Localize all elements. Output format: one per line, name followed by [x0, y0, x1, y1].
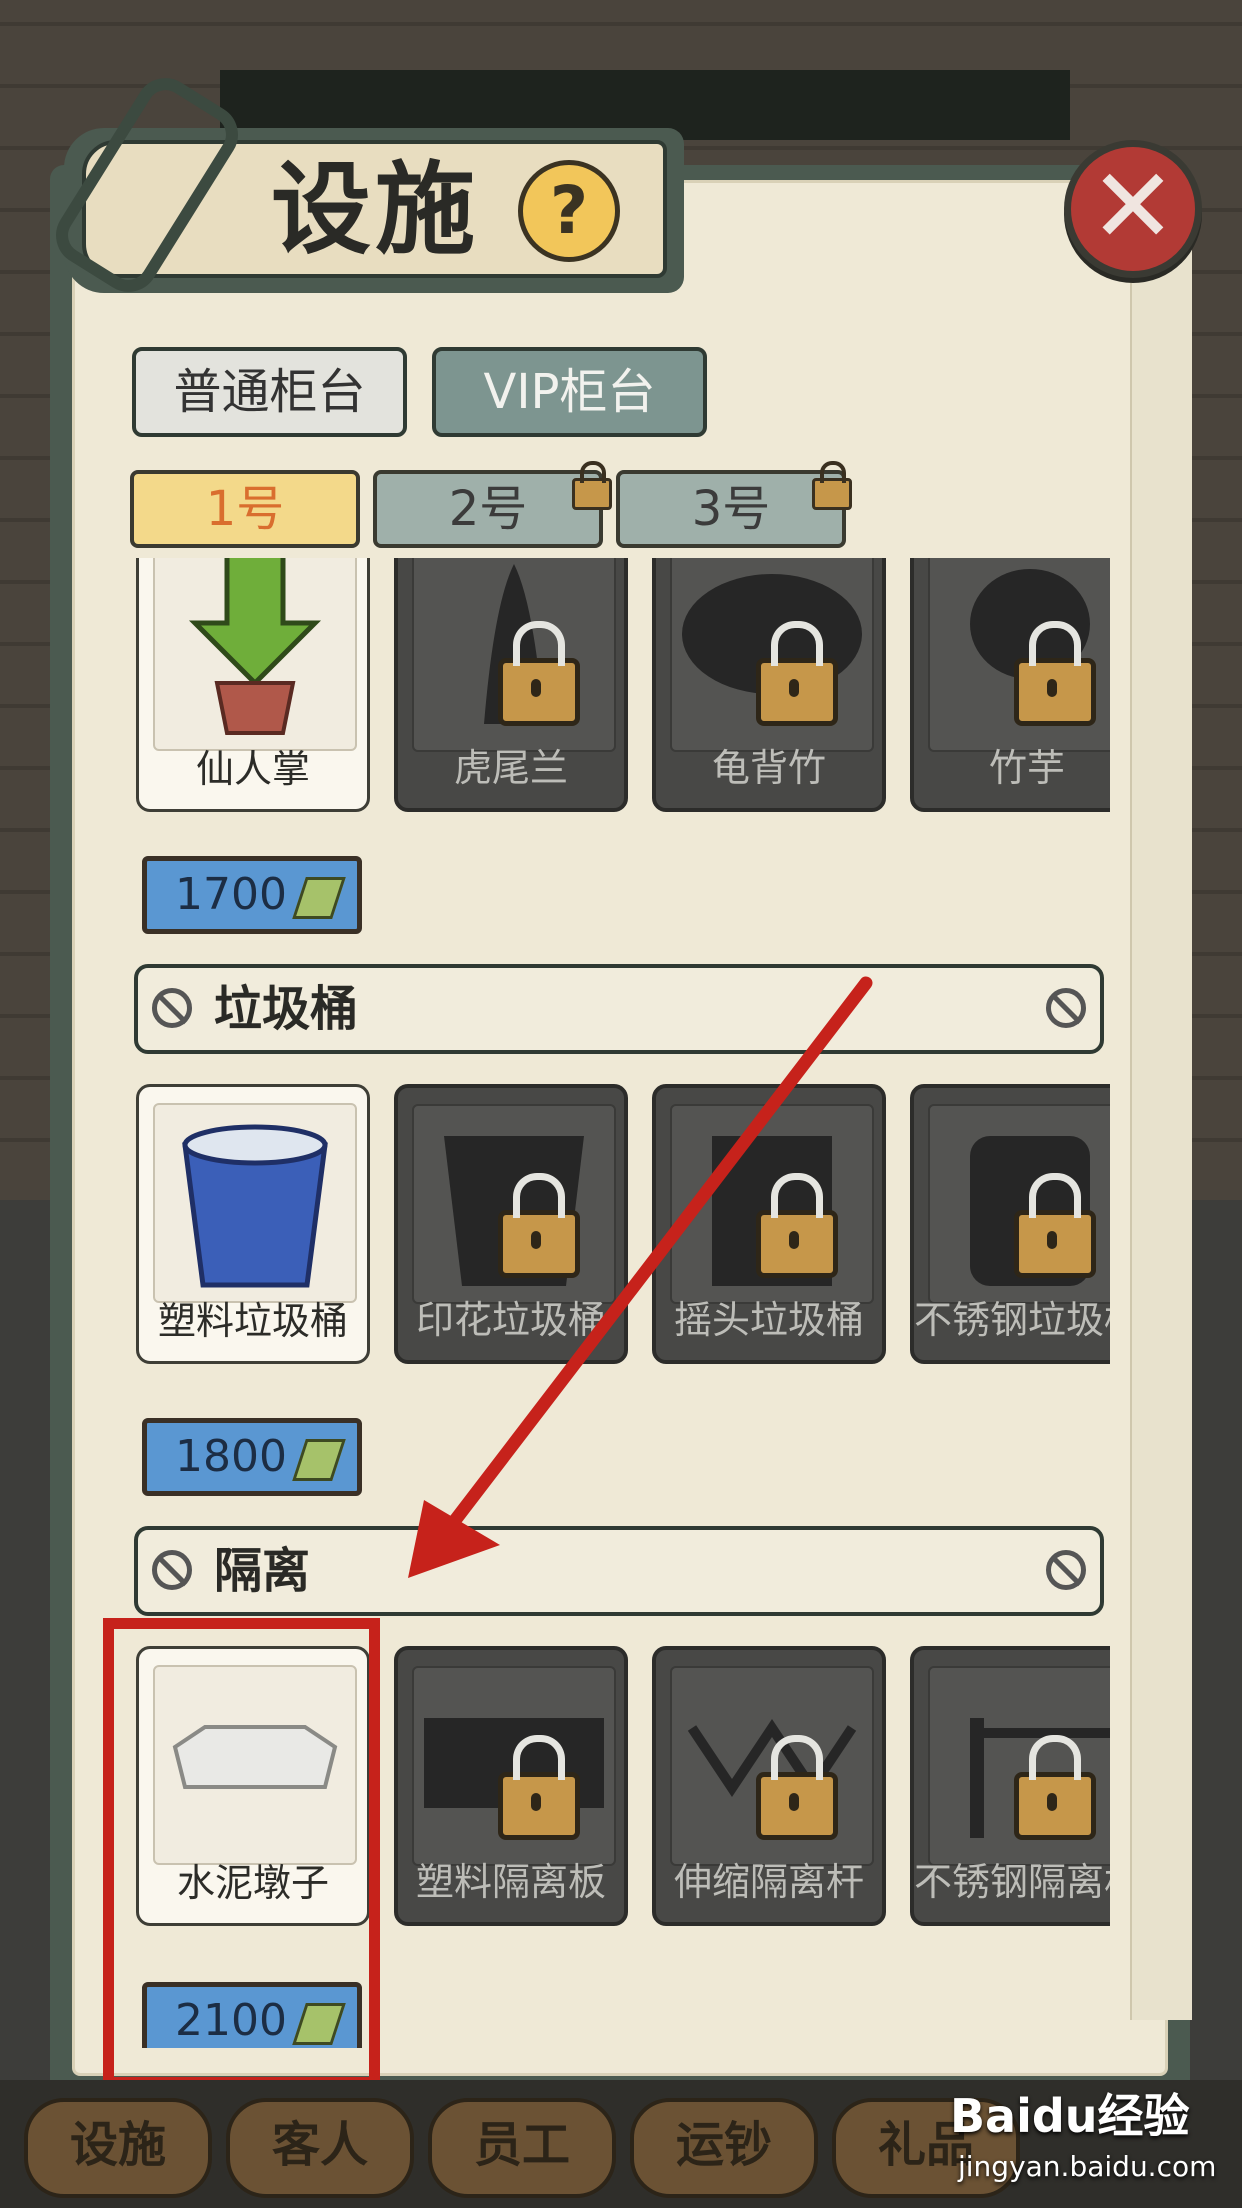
annotation-highlight-box	[103, 1618, 380, 2088]
watermark-url: jingyan.baidu.com	[958, 2150, 1217, 2183]
nav-cash-transport[interactable]: 运钞	[630, 2098, 818, 2198]
nav-staff[interactable]: 员工	[428, 2098, 616, 2198]
nav-facility[interactable]: 设施	[24, 2098, 212, 2198]
watermark-brand: Baidu经验	[950, 2089, 1190, 2143]
nav-guests[interactable]: 客人	[226, 2098, 414, 2198]
